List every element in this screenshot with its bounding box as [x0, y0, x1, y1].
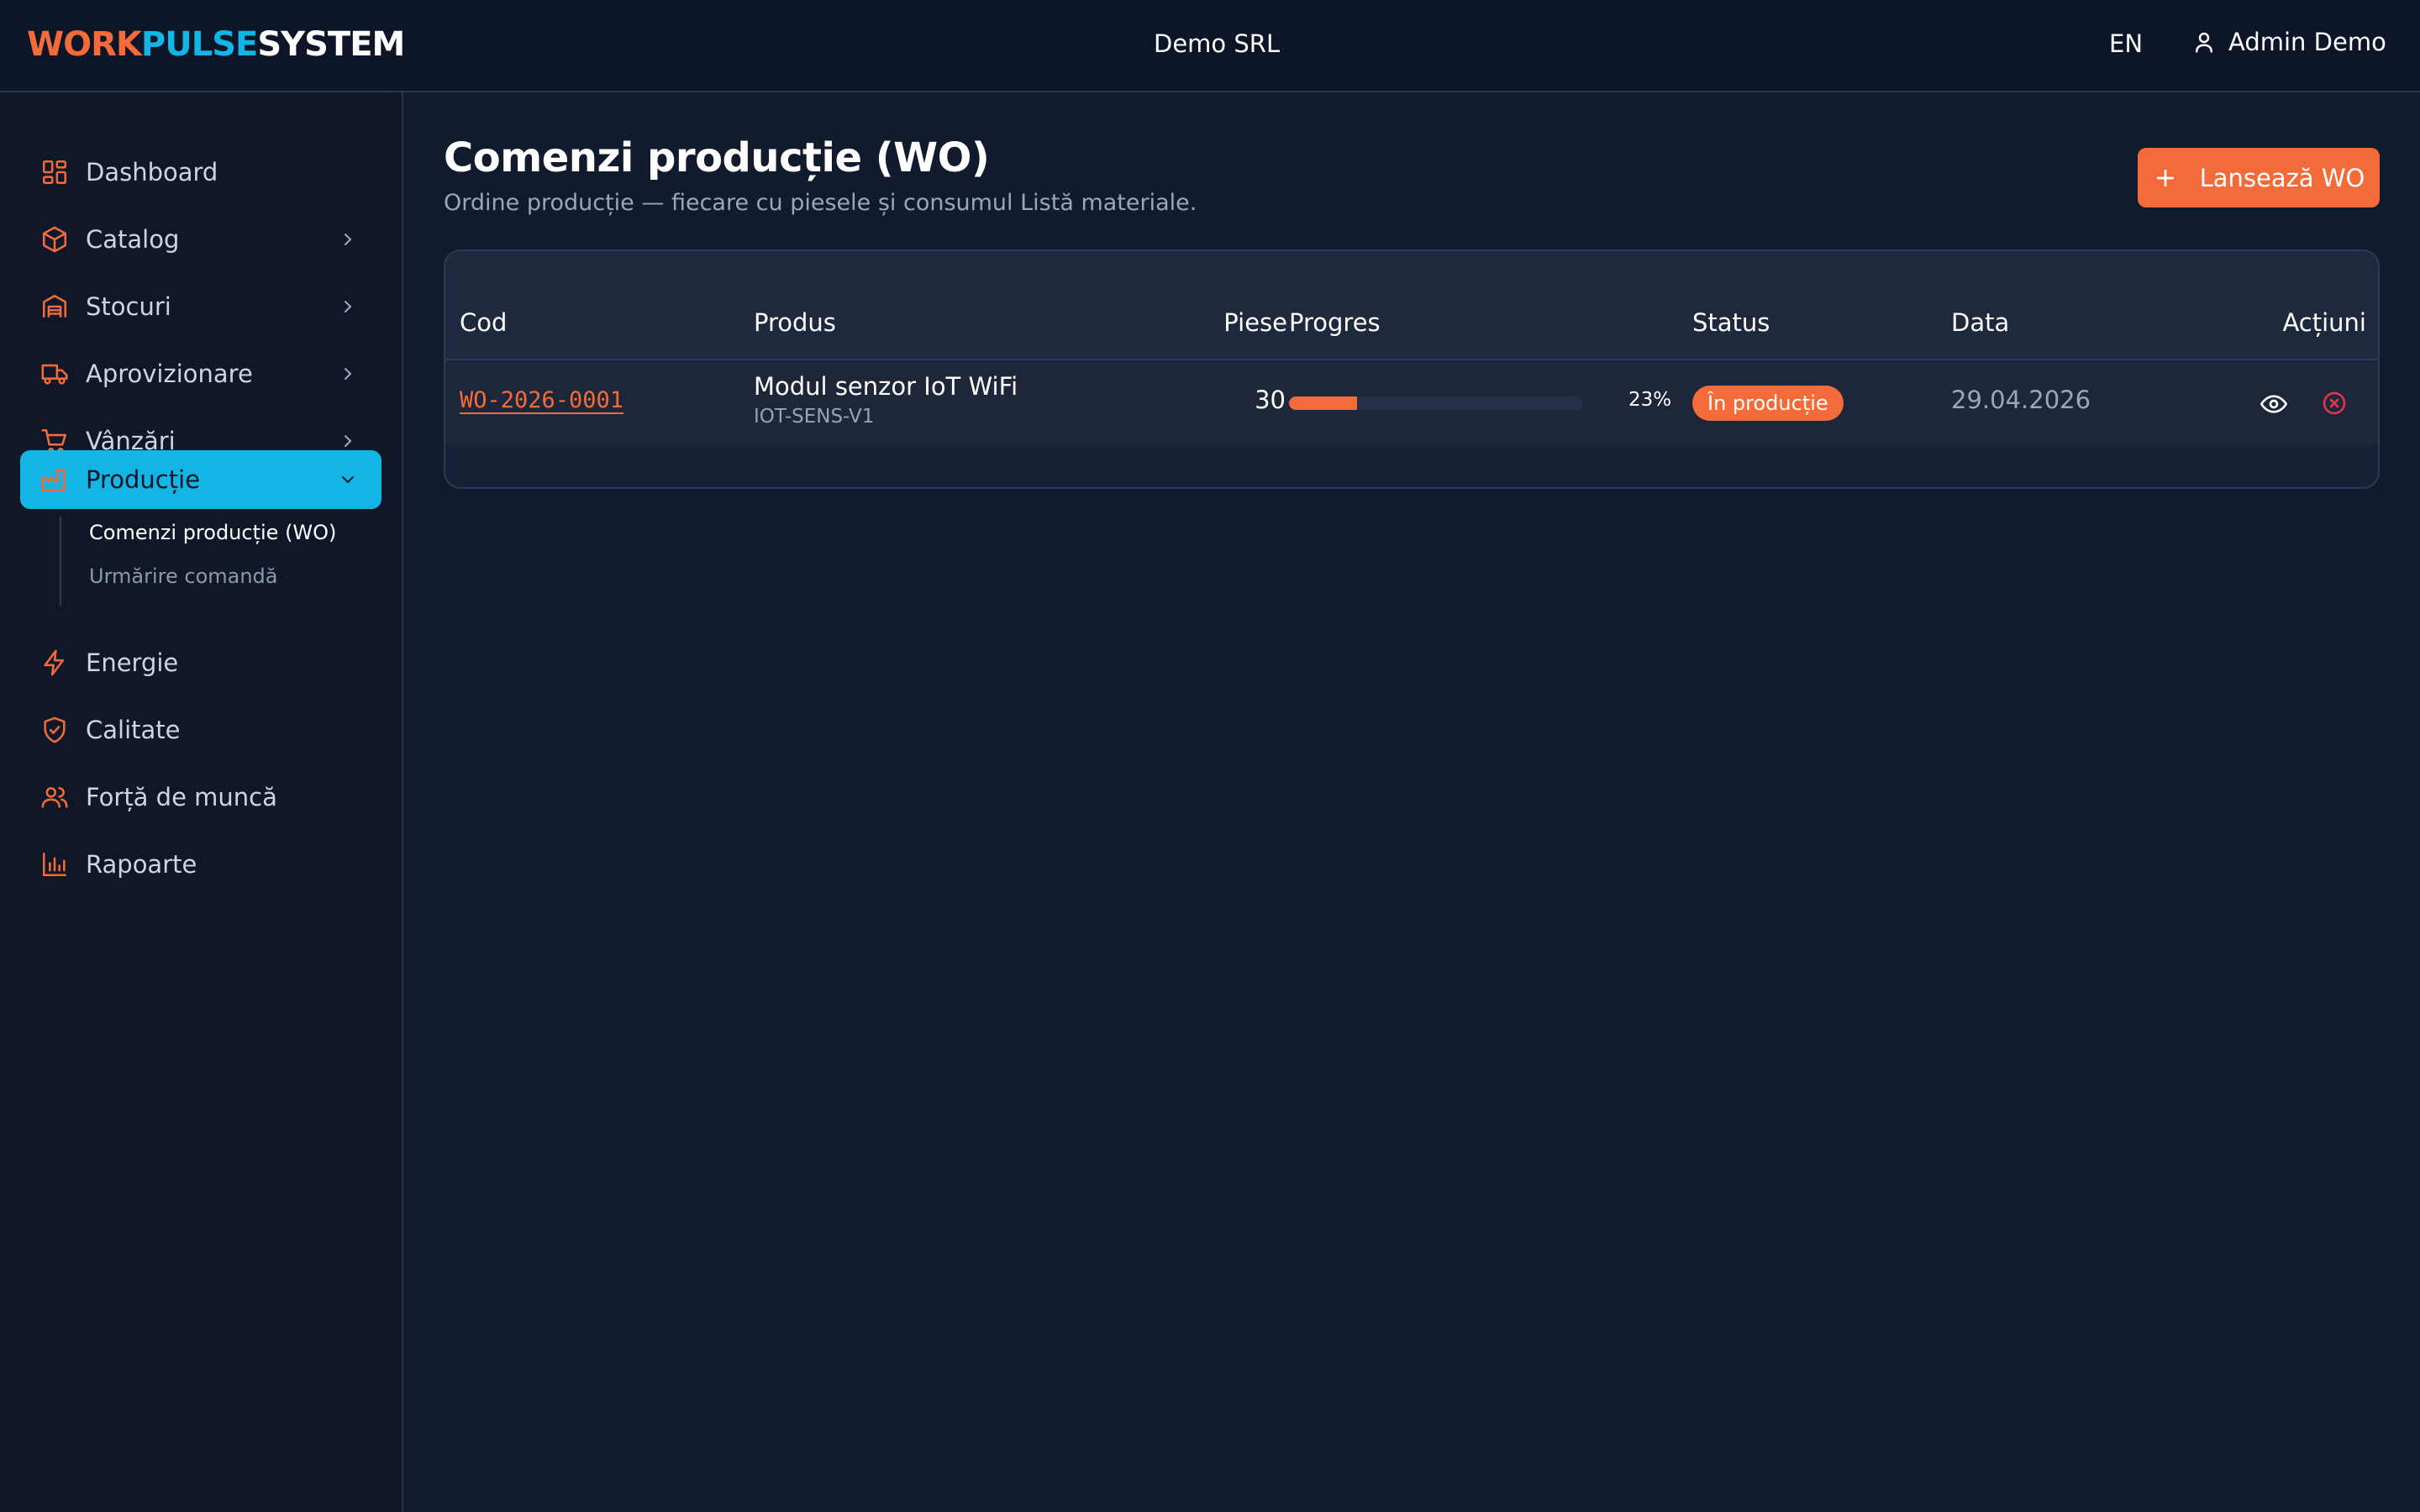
page-title: Comenzi producție (WO)	[444, 134, 990, 181]
sidebar-item-rapoarte[interactable]: Rapoarte	[20, 835, 381, 894]
sidebar-subitem-comenzi-productie[interactable]: Comenzi producție (WO)	[89, 521, 336, 544]
plus-icon	[2156, 169, 2174, 186]
sidebar-item-aprovizionare[interactable]: Aprovizionare	[20, 344, 381, 403]
sidebar-item-energie[interactable]: Energie	[20, 633, 381, 692]
page-subtitle: Ordine producție — fiecare cu piesele și…	[444, 190, 1197, 216]
product-name: Modul senzor IoT WiFi	[754, 372, 1018, 401]
column-header-data[interactable]: Data	[1951, 308, 2009, 337]
sidebar-item-label: Producție	[86, 465, 201, 494]
company-name[interactable]: Demo SRL	[1154, 29, 1280, 58]
sidebar-item-label: Forță de muncă	[86, 783, 277, 811]
factory-icon	[41, 469, 66, 492]
sidebar-item-label: Calitate	[86, 716, 181, 744]
cancel-circle-x-icon[interactable]	[2321, 390, 2348, 417]
sidebar-item-label: Energie	[86, 648, 179, 677]
sidebar-item-label: Stocuri	[86, 292, 171, 321]
view-eye-icon[interactable]	[2260, 391, 2287, 417]
chevron-right-icon	[345, 301, 352, 312]
bar-chart-icon	[42, 852, 67, 877]
sidebar-item-label: Rapoarte	[86, 850, 197, 879]
sidebar-item-stocuri[interactable]: Stocuri	[20, 277, 381, 336]
shield-check-icon	[44, 717, 66, 743]
app-logo[interactable]: WORKPULSESYSTEM	[27, 25, 405, 64]
chevron-right-icon	[345, 368, 352, 380]
warehouse-icon	[42, 294, 67, 318]
sidebar: Dashboard Catalog Stocuri Aprovizionare …	[0, 92, 403, 1512]
progress-bar-fill	[1289, 396, 1357, 410]
progress-bar	[1289, 396, 1583, 410]
table-row[interactable]: WO-2026-0001 Modul senzor IoT WiFi IOT-S…	[445, 360, 2378, 444]
pieces-count: 30	[1255, 386, 1286, 414]
order-date: 29.04.2026	[1951, 386, 2091, 414]
sidebar-item-label: Catalog	[86, 225, 180, 254]
product-sku: IOT-SENS-V1	[754, 406, 875, 428]
column-header-piese[interactable]: Piese	[1203, 308, 1287, 337]
user-name: Admin Demo	[2228, 28, 2386, 56]
launch-wo-label: Lansează WO	[2199, 163, 2365, 192]
top-bar: WORKPULSESYSTEM Demo SRL EN Admin Demo	[0, 0, 2420, 92]
chevron-right-icon	[345, 234, 352, 245]
box-icon	[42, 226, 67, 253]
dashboard-icon	[42, 160, 67, 185]
column-header-produs[interactable]: Produs	[754, 308, 836, 337]
user-icon	[2196, 32, 2212, 53]
sidebar-item-label: Dashboard	[86, 158, 218, 186]
users-icon	[41, 787, 68, 808]
column-header-progres[interactable]: Progres	[1289, 308, 1381, 337]
lightning-icon	[44, 649, 65, 676]
sidebar-item-dashboard[interactable]: Dashboard	[20, 143, 381, 202]
sidebar-item-catalog[interactable]: Catalog	[20, 210, 381, 269]
truck-icon	[41, 364, 68, 385]
user-menu[interactable]: Admin Demo	[2191, 28, 2386, 56]
sidebar-item-calitate[interactable]: Calitate	[20, 701, 381, 759]
sidebar-item-label: Aprovizionare	[86, 360, 253, 388]
submenu-divider	[60, 517, 61, 606]
column-header-status[interactable]: Status	[1692, 308, 1770, 337]
sidebar-item-forta-de-munca[interactable]: Forță de muncă	[20, 768, 381, 827]
work-orders-table: Cod Produs Piese Progres Status Data Acț…	[444, 249, 2380, 489]
launch-wo-button[interactable]: Lansează WO	[2138, 148, 2380, 207]
sidebar-subitem-urmarire-comanda[interactable]: Urmărire comandă	[89, 564, 277, 588]
table-header: Cod Produs Piese Progres Status Data Acț…	[445, 251, 2378, 360]
language-switch[interactable]: EN	[2109, 29, 2143, 58]
status-badge: În producție	[1692, 386, 1844, 421]
progress-percent: 23%	[1628, 389, 1672, 411]
chevron-right-icon	[345, 435, 352, 447]
column-header-actiuni: Acțiuni	[2282, 308, 2366, 337]
sidebar-item-productie[interactable]: Producție	[20, 450, 381, 509]
column-header-cod[interactable]: Cod	[460, 308, 507, 337]
wo-code-link[interactable]: WO-2026-0001	[460, 387, 623, 413]
chevron-down-icon	[342, 476, 354, 484]
